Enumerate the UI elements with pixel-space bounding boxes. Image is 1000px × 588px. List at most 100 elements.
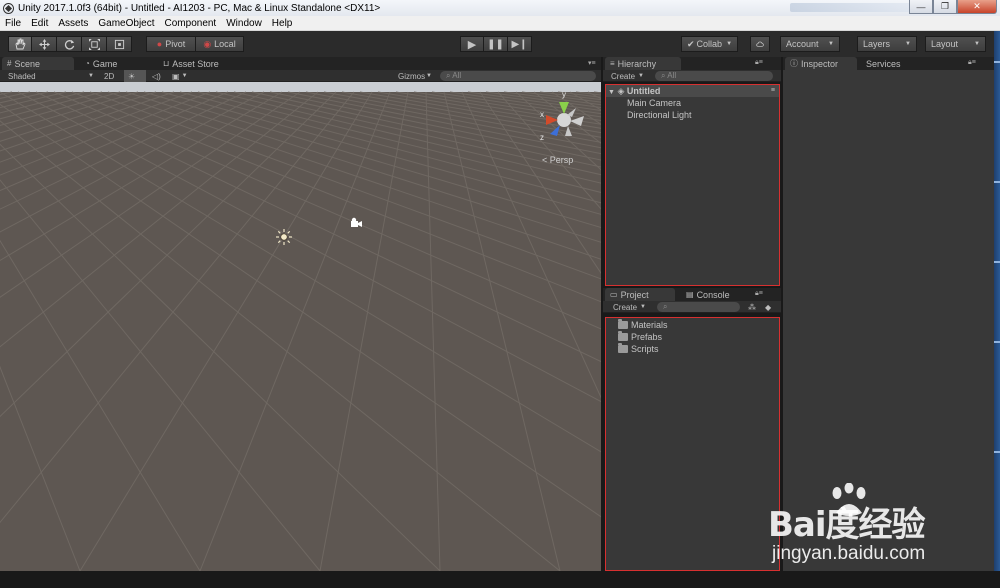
hierarchy-create-dropdown[interactable]: Create ▼ bbox=[607, 70, 648, 82]
lock-icon[interactable]: 🔒︎≡ bbox=[968, 59, 976, 67]
hand-tool-button[interactable] bbox=[8, 36, 32, 52]
maximize-button[interactable]: ❐ bbox=[933, 0, 957, 14]
tab-hierarchy[interactable]: ≡ Hierarchy bbox=[605, 57, 681, 70]
rotate-tool-button[interactable] bbox=[57, 36, 82, 52]
pivot-toggle[interactable]: ● Pivot bbox=[146, 36, 196, 52]
hand-icon bbox=[15, 38, 26, 50]
directional-light-icon[interactable] bbox=[275, 228, 293, 246]
gizmo-z-axis[interactable] bbox=[550, 125, 560, 136]
chevron-down-icon: ▼ bbox=[640, 304, 646, 310]
pivot-label: Pivot bbox=[165, 39, 186, 49]
panel-menu-icon[interactable]: ≡ bbox=[771, 85, 775, 97]
project-search-input[interactable]: ⌕ bbox=[657, 302, 740, 312]
local-label: Local bbox=[214, 39, 236, 49]
scene-search-input[interactable]: ⌕ All bbox=[440, 71, 596, 81]
orientation-gizmo[interactable]: y x z bbox=[532, 88, 592, 148]
effects-dropdown[interactable]: ▣ ▼ bbox=[168, 70, 190, 82]
lighting-toggle[interactable]: ☀ bbox=[124, 70, 146, 82]
account-dropdown[interactable]: Account ▼ bbox=[780, 36, 840, 52]
image-icon: ▣ bbox=[172, 71, 180, 81]
pause-button[interactable]: ❚❚ bbox=[484, 36, 508, 52]
layout-dropdown[interactable]: Layout ▼ bbox=[925, 36, 986, 52]
project-folder[interactable]: Scripts bbox=[618, 343, 659, 355]
collab-dropdown[interactable]: ✔ Collab ▼ bbox=[681, 36, 738, 52]
folder-icon bbox=[618, 319, 628, 329]
scene-root-row[interactable]: ▼ ◈ Untitled ≡ bbox=[606, 85, 779, 97]
menu-help[interactable]: Help bbox=[267, 18, 298, 29]
filter-by-type-icon[interactable]: ⁂ bbox=[744, 301, 760, 313]
lock-icon[interactable]: 🔒︎≡ bbox=[755, 290, 763, 298]
move-icon bbox=[38, 38, 50, 50]
tab-services-label: Services bbox=[866, 58, 901, 69]
hierarchy-item[interactable]: Directional Light bbox=[606, 109, 779, 121]
pause-icon: ❚❚ bbox=[487, 38, 504, 50]
expand-arrow-icon: ▼ bbox=[608, 89, 615, 96]
scale-tool-button[interactable] bbox=[82, 36, 107, 52]
lock-icon[interactable]: 🔒︎≡ bbox=[755, 59, 763, 67]
scene-control-bar: Shaded ▼ 2D ☀ ◁) ▣ ▼ Gizmos ▼ ⌕ All bbox=[0, 70, 601, 82]
layout-label: Layout bbox=[931, 39, 959, 49]
shading-mode-dropdown[interactable]: Shaded ▼ bbox=[4, 70, 98, 82]
shading-mode-label: Shaded bbox=[8, 71, 36, 81]
menu-file[interactable]: File bbox=[0, 18, 26, 29]
tab-project[interactable]: ▭ Project bbox=[605, 288, 675, 301]
tab-asset-store[interactable]: ⊔ Asset Store bbox=[158, 57, 238, 70]
step-button[interactable]: ▶❙ bbox=[508, 36, 532, 52]
chevron-down-icon: ▼ bbox=[638, 73, 644, 79]
tab-scene[interactable]: # Scene bbox=[2, 57, 74, 70]
gizmos-dropdown[interactable]: Gizmos ▼ bbox=[394, 70, 436, 82]
gizmo-neg-y-axis[interactable] bbox=[565, 126, 572, 136]
filter-by-label-icon[interactable]: ◆ bbox=[761, 301, 775, 313]
cloud-button[interactable] bbox=[750, 36, 770, 52]
scene-tabs-bar: # Scene ◔ Game ⊔ Asset Store ▾≡ bbox=[0, 57, 601, 70]
project-folder[interactable]: Materials bbox=[618, 319, 668, 331]
hierarchy-item-label: Main Camera bbox=[627, 98, 682, 108]
layers-dropdown[interactable]: Layers ▼ bbox=[857, 36, 917, 52]
scene-grid bbox=[0, 82, 601, 571]
folder-label: Prefabs bbox=[631, 332, 663, 342]
hierarchy-item[interactable]: Main Camera bbox=[606, 97, 779, 109]
menu-edit[interactable]: Edit bbox=[26, 18, 53, 29]
camera-icon[interactable] bbox=[349, 217, 363, 229]
close-button[interactable]: ✕ bbox=[957, 0, 997, 14]
collab-label: Collab bbox=[696, 39, 723, 49]
hierarchy-search-placeholder: All bbox=[667, 71, 677, 80]
tab-inspector-label: Inspector bbox=[801, 58, 839, 69]
gizmo-y-axis[interactable] bbox=[559, 102, 569, 114]
pivot-controls: ● Pivot ◉ Local bbox=[146, 36, 244, 52]
rect-tool-button[interactable] bbox=[107, 36, 132, 52]
tab-project-label: Project bbox=[620, 289, 649, 300]
move-tool-button[interactable] bbox=[32, 36, 57, 52]
hierarchy-search-input[interactable]: ⌕ All bbox=[655, 71, 773, 81]
menu-gameobject[interactable]: GameObject bbox=[93, 18, 159, 29]
menu-assets[interactable]: Assets bbox=[53, 18, 93, 29]
scene-viewport[interactable]: y x z < Persp bbox=[0, 82, 601, 571]
tab-services[interactable]: Services bbox=[861, 57, 921, 70]
play-button[interactable]: ▶ bbox=[460, 36, 484, 52]
tab-inspector[interactable]: ⓘ Inspector bbox=[785, 57, 857, 70]
panel-menu-icon[interactable]: ▾≡ bbox=[588, 59, 596, 67]
local-toggle[interactable]: ◉ Local bbox=[196, 36, 244, 52]
watermark-url: jingyan.baidu.com bbox=[772, 543, 926, 564]
project-create-dropdown[interactable]: Create ▼ bbox=[609, 301, 650, 313]
info-icon: ⓘ bbox=[790, 59, 798, 68]
gizmo-x-axis[interactable] bbox=[546, 115, 558, 125]
projection-toggle[interactable]: < Persp bbox=[542, 155, 573, 165]
blurred-taskbar-area bbox=[790, 3, 910, 12]
search-icon: ⌕ bbox=[663, 302, 668, 311]
tab-game[interactable]: ◔ Game bbox=[80, 57, 152, 70]
folder-tab-icon: ▭ bbox=[610, 290, 618, 299]
tab-console[interactable]: ▤ Console bbox=[681, 288, 751, 301]
step-icon: ▶❙ bbox=[511, 38, 528, 50]
pivot-icon: ● bbox=[156, 39, 163, 49]
menu-window[interactable]: Window bbox=[221, 18, 267, 29]
chevron-down-icon: ▼ bbox=[905, 41, 911, 47]
2d-toggle[interactable]: 2D bbox=[100, 70, 122, 82]
layers-label: Layers bbox=[863, 39, 891, 49]
2d-label: 2D bbox=[104, 71, 115, 81]
gizmo-neg-x-axis[interactable] bbox=[570, 116, 584, 126]
menu-component[interactable]: Component bbox=[160, 18, 222, 29]
minimize-button[interactable]: — bbox=[909, 0, 933, 14]
audio-toggle[interactable]: ◁) bbox=[148, 70, 164, 82]
project-folder[interactable]: Prefabs bbox=[618, 331, 662, 343]
